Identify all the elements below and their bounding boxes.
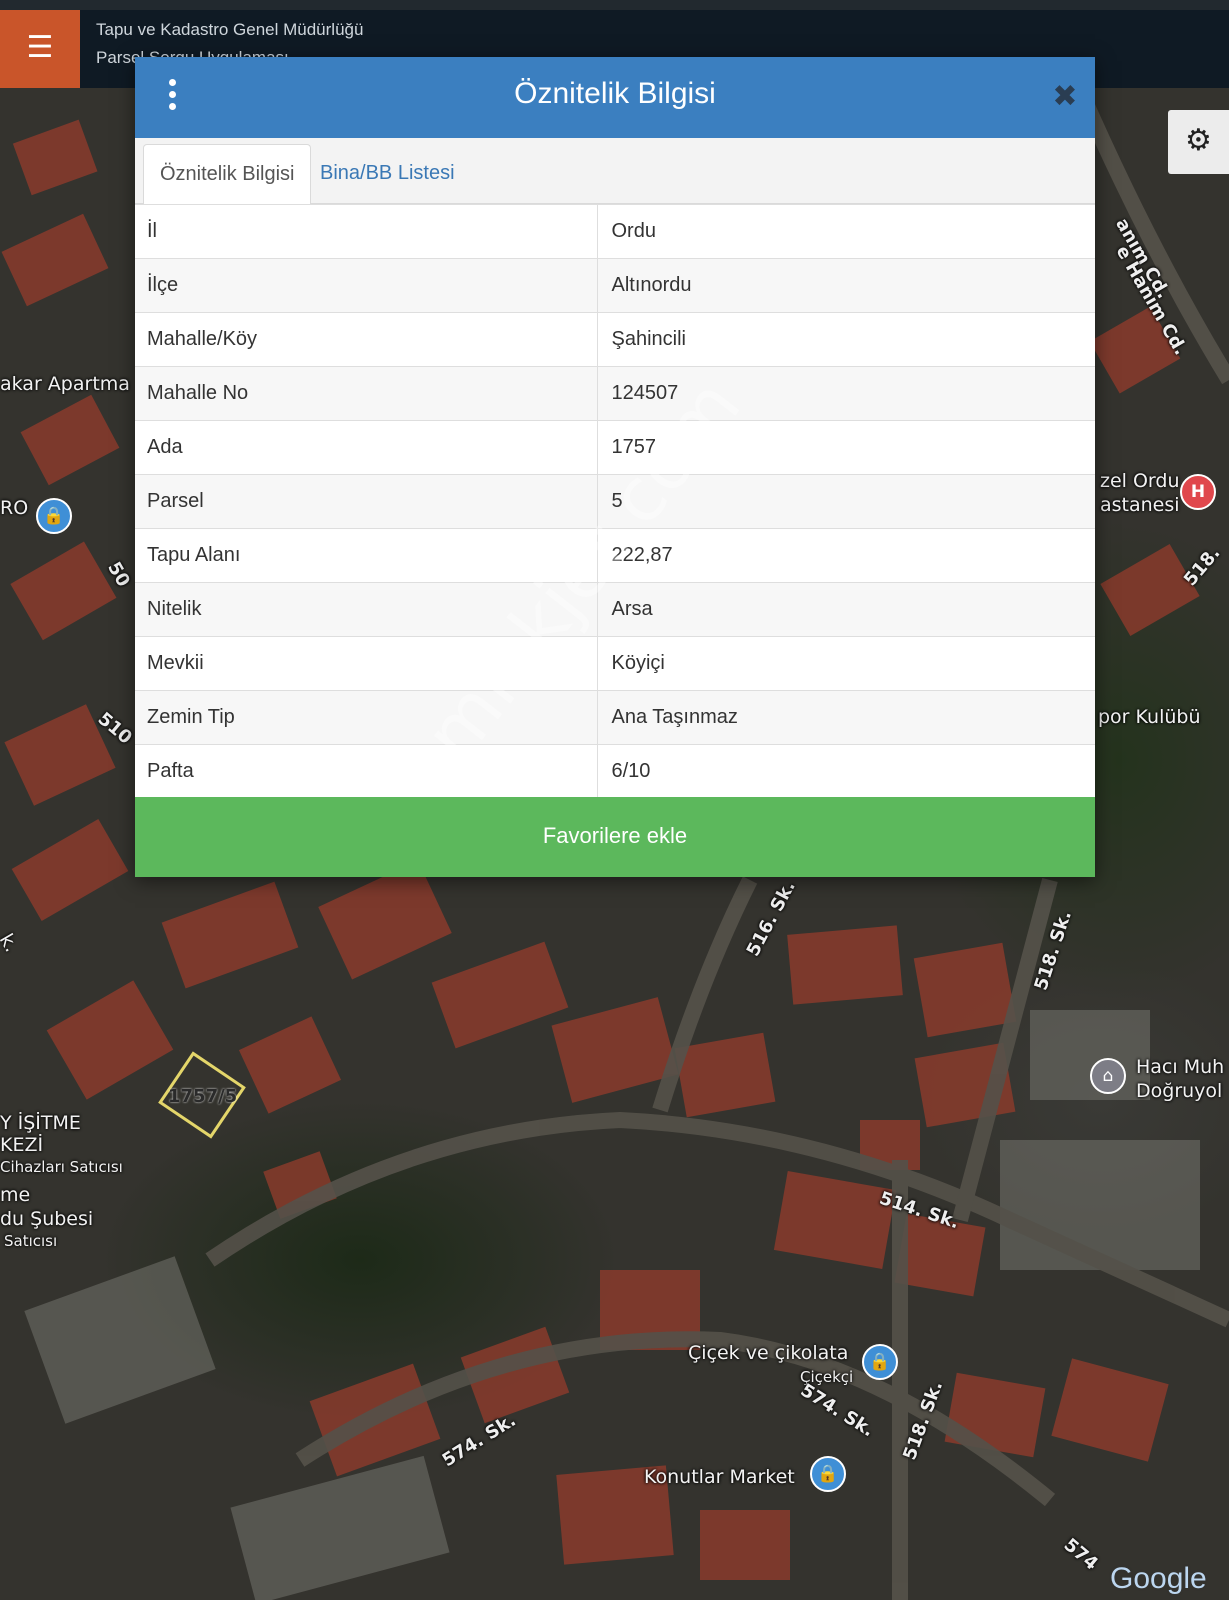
status-strip [0, 0, 1229, 10]
table-row: İl Ordu [135, 204, 1095, 259]
attribute-key: İlçe [135, 258, 598, 313]
table-row: Parsel 5 [135, 474, 1095, 529]
table-row: Ada 1757 [135, 420, 1095, 475]
hamburger-menu-icon[interactable]: ☰ [0, 10, 80, 88]
map-label-haci: Hacı Muh [1136, 1056, 1225, 1078]
lock-pin-icon[interactable]: 🔒 [36, 498, 72, 534]
map-label-satici: Satıcısı [4, 1232, 58, 1250]
attribute-value: 1757 [597, 420, 1095, 475]
table-row: Zemin Tip Ana Taşınmaz [135, 690, 1095, 745]
attribute-key: Mevkii [135, 636, 598, 691]
dialog-title: Öznitelik Bilgisi [514, 77, 716, 110]
close-icon[interactable]: ✖ [1048, 79, 1082, 115]
attribute-value: 222,87 [597, 528, 1095, 583]
table-row: Nitelik Arsa [135, 582, 1095, 637]
attribute-table: İl Ordu İlçe Altınordu Mahalle/Köy Şahincili M… [135, 204, 1095, 799]
map-label-hospital-2: astanesi [1100, 494, 1180, 516]
map-label-konutlar: Konutlar Market [644, 1466, 795, 1488]
map-label-ordu-hospital: zel Ordu [1100, 470, 1180, 492]
attribute-key: Parsel [135, 474, 598, 529]
mosque-pin-icon[interactable]: ⌂ [1090, 1058, 1126, 1094]
attribute-value: Köyiçi [597, 636, 1095, 691]
attribute-key: Mahalle No [135, 366, 598, 421]
attribute-key: Tapu Alanı [135, 528, 598, 583]
hospital-pin-icon[interactable]: H [1180, 474, 1216, 510]
table-row: Mahalle/Köy Şahincili [135, 312, 1095, 367]
attribute-dialog: Öznitelik Bilgisi ✖ Öznitelik Bilgisi Bi… [135, 57, 1095, 877]
map-label-isitme: Y İŞİTME [0, 1112, 81, 1134]
table-row: Mahalle No 124507 [135, 366, 1095, 421]
shop-pin-icon[interactable]: 🔒 [862, 1344, 898, 1380]
map-label-cicek: Çiçek ve çikolata [688, 1342, 849, 1364]
attribute-value: 6/10 [597, 744, 1095, 799]
add-favorite-button[interactable]: Favorilere ekle [135, 797, 1095, 877]
attribute-value: Ordu [597, 204, 1095, 259]
map-label-dogruyol: Doğruyol [1136, 1080, 1223, 1102]
attribute-key: İl [135, 204, 598, 259]
map-label-kezi: KEZİ [0, 1134, 44, 1156]
attribute-key: Mahalle/Köy [135, 312, 598, 367]
attribute-value: Altınordu [597, 258, 1095, 313]
attribute-key: Pafta [135, 744, 598, 799]
gear-icon[interactable]: ⚙ [1168, 110, 1229, 174]
attribute-value: 124507 [597, 366, 1095, 421]
map-label-apartment: akar Apartma [0, 373, 130, 395]
map-label-subesi: du Şubesi [0, 1208, 94, 1230]
map-label-kulubu: por Kulübü [1098, 706, 1201, 728]
tab-bar: Öznitelik Bilgisi Bina/BB Listesi [135, 138, 1095, 205]
attribute-value: 5 [597, 474, 1095, 529]
tab-building-list[interactable]: Bina/BB Listesi [304, 144, 471, 205]
map-label-ro: RO [0, 497, 29, 519]
tab-attribute-info[interactable]: Öznitelik Bilgisi [143, 144, 312, 205]
table-row: Tapu Alanı 222,87 [135, 528, 1095, 583]
app-title: Tapu ve Kadastro Genel Müdürlüğü [96, 20, 364, 39]
attribute-key: Nitelik [135, 582, 598, 637]
table-row: Pafta 6/10 [135, 744, 1095, 799]
market-pin-icon[interactable]: 🔒 [810, 1456, 846, 1492]
map-label-cihaz: Cihazları Satıcısı [0, 1158, 123, 1176]
attribute-value: Ana Taşınmaz [597, 690, 1095, 745]
attribute-key: Zemin Tip [135, 690, 598, 745]
attribute-value: Arsa [597, 582, 1095, 637]
map-label-me: me [0, 1184, 31, 1206]
google-logo: Google [1110, 1562, 1207, 1595]
table-row: Mevkii Köyiçi [135, 636, 1095, 691]
table-row: İlçe Altınordu [135, 258, 1095, 313]
attribute-value: Şahincili [597, 312, 1095, 367]
dialog-header: Öznitelik Bilgisi ✖ [135, 57, 1095, 138]
parcel-label: 1757/5 [168, 1086, 238, 1107]
attribute-key: Ada [135, 420, 598, 475]
